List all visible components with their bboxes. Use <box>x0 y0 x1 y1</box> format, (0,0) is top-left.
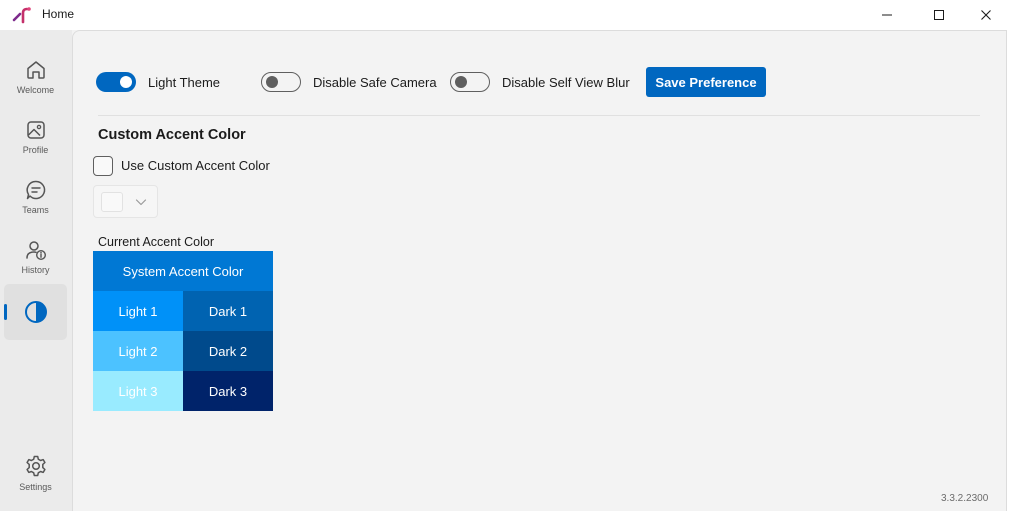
disable-safe-camera-toggle[interactable] <box>261 72 301 92</box>
sidebar-item-settings[interactable]: Settings <box>4 444 67 500</box>
home-icon <box>26 60 45 79</box>
sidebar-item-label: Teams <box>22 204 49 215</box>
sidebar-item-welcome[interactable]: Welcome <box>4 48 67 104</box>
app-logo <box>12 7 31 24</box>
version-label: 3.3.2.2300 <box>941 493 989 504</box>
divider <box>98 115 980 116</box>
sidebar-item-label: Welcome <box>16 84 55 95</box>
contrast-icon <box>24 301 47 323</box>
sidebar-item-label: Profile <box>22 144 49 155</box>
close-button[interactable] <box>963 0 1009 30</box>
disable-self-view-blur-toggle[interactable] <box>450 72 490 92</box>
sidebar-item-label: Settings <box>19 481 52 492</box>
light-theme-label: Light Theme <box>148 75 221 90</box>
current-accent-label: Current Accent Color <box>98 235 215 249</box>
accent-dark-1: Dark 1 <box>183 291 273 331</box>
sidebar-item-accent[interactable] <box>4 284 67 340</box>
use-custom-accent-label: Use Custom Accent Color <box>121 158 270 173</box>
active-indicator <box>4 304 7 320</box>
accent-color-picker[interactable] <box>93 185 158 218</box>
sidebar-item-history[interactable]: History <box>4 228 67 284</box>
accent-light-3: Light 3 <box>93 371 183 411</box>
chat-icon <box>25 180 45 199</box>
accent-dark-3: Dark 3 <box>183 371 273 411</box>
toggle-knob <box>455 76 467 88</box>
maximize-button[interactable] <box>916 0 962 30</box>
accent-dark-2: Dark 2 <box>183 331 273 371</box>
image-icon <box>26 120 45 139</box>
sidebar-item-teams[interactable]: Teams <box>4 168 67 224</box>
person-info-icon <box>25 240 46 260</box>
accent-light-1: Light 1 <box>93 291 183 331</box>
minimize-icon <box>882 14 892 16</box>
window-edge <box>1006 30 1010 511</box>
gear-icon <box>25 455 46 476</box>
toggle-knob <box>266 76 278 88</box>
accent-light-2: Light 2 <box>93 331 183 371</box>
maximize-icon <box>934 10 944 20</box>
toggle-knob <box>120 76 132 88</box>
disable-safe-camera-label: Disable Safe Camera <box>313 75 437 90</box>
accent-system: System Accent Color <box>93 251 273 291</box>
chevron-down-icon <box>135 199 147 206</box>
close-icon <box>981 10 991 20</box>
minimize-button[interactable] <box>864 0 910 30</box>
accent-color-grid: System Accent Color Light 1 Dark 1 Light… <box>93 251 273 411</box>
color-swatch <box>101 192 123 212</box>
section-title: Custom Accent Color <box>98 127 246 143</box>
sidebar-item-label: History <box>21 264 50 275</box>
light-theme-toggle[interactable] <box>96 72 136 92</box>
sidebar: Welcome Profile Teams History Settings <box>0 30 72 511</box>
title-bar: Home <box>0 0 1010 30</box>
disable-self-view-blur-label: Disable Self View Blur <box>502 75 630 90</box>
sidebar-item-profile[interactable]: Profile <box>4 108 67 164</box>
save-preference-button[interactable]: Save Preference <box>646 67 766 97</box>
window-title: Home <box>42 7 75 21</box>
use-custom-accent-checkbox[interactable] <box>93 156 113 176</box>
